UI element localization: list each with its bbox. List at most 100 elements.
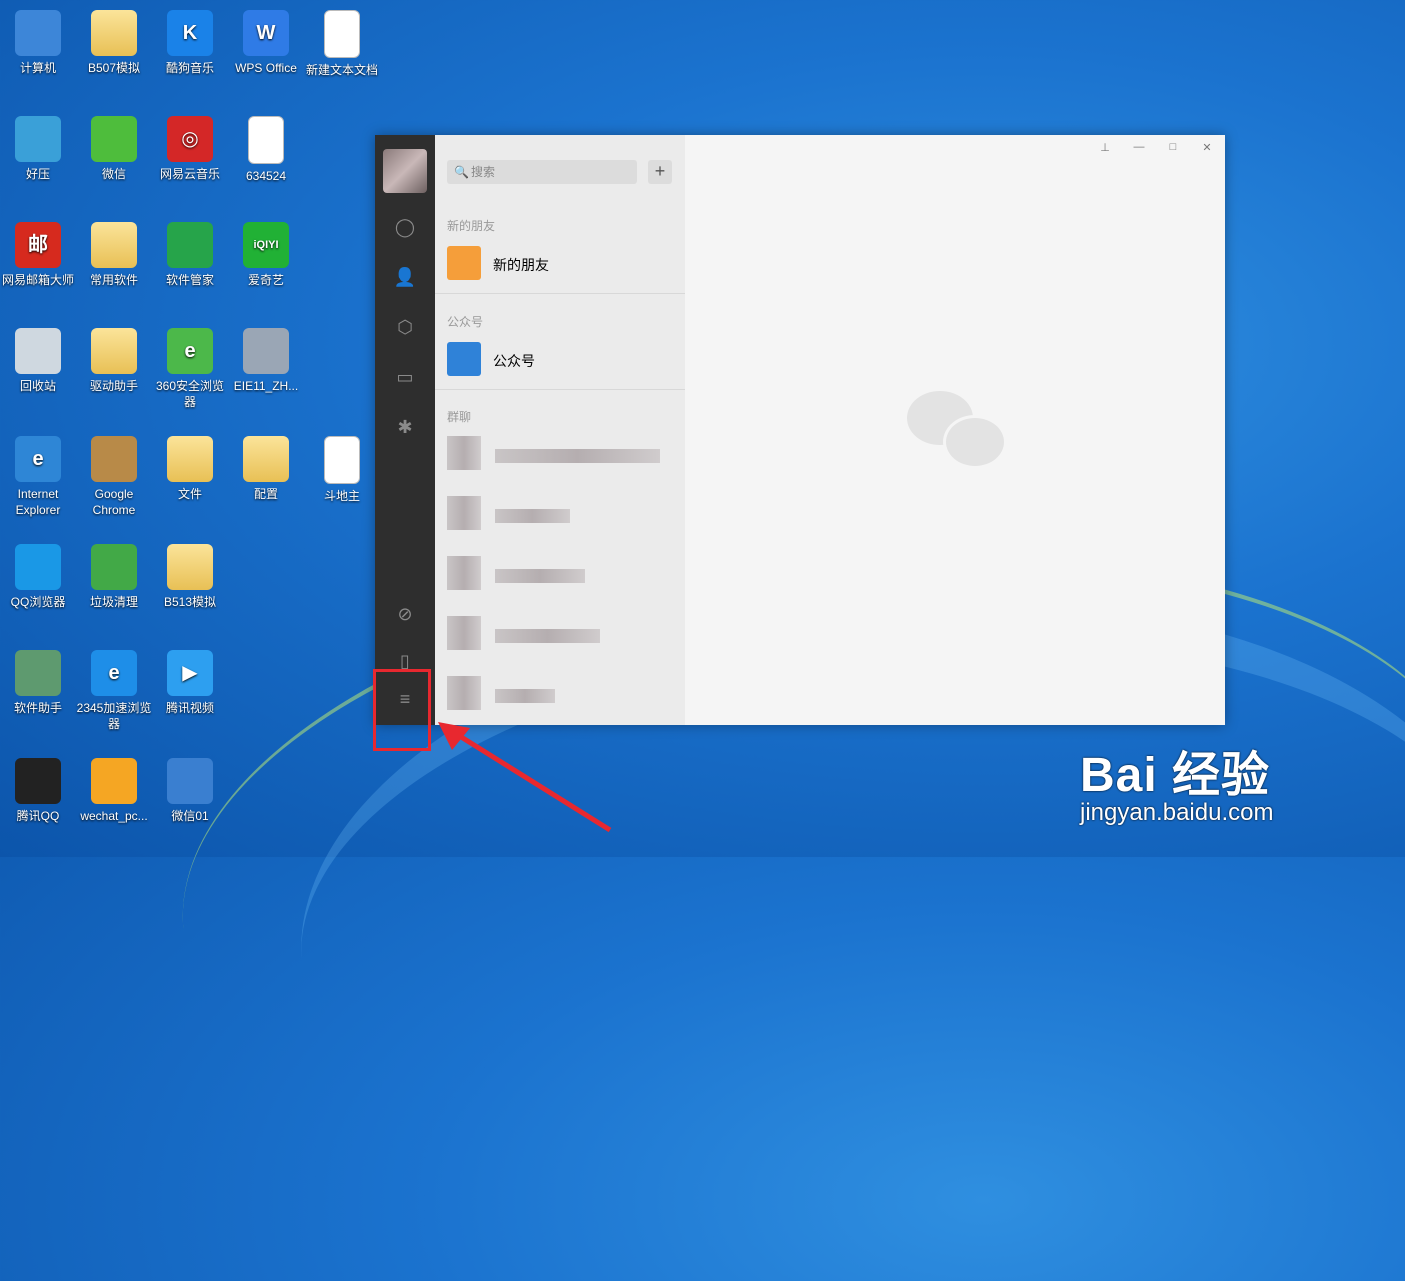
- app-icon: [91, 116, 137, 162]
- desktop-icon-label: Google Chrome: [92, 487, 136, 517]
- favorites-icon[interactable]: ⬡: [393, 315, 417, 339]
- official-account-icon: [447, 342, 481, 376]
- desktop-icon[interactable]: e 360安全浏览器: [152, 328, 228, 410]
- section-new-friends: 新的朋友: [447, 219, 496, 233]
- baidu-watermark: Bai 经验 jingyan.baidu.com: [1080, 735, 1273, 827]
- desktop-icon[interactable]: Google Chrome: [76, 436, 152, 518]
- desktop-icon-label: 微信: [101, 167, 126, 181]
- desktop-icon-label: 腾讯QQ: [16, 809, 60, 823]
- desktop-icon[interactable]: 微信01: [152, 758, 228, 824]
- mini-program-icon[interactable]: ⊘: [393, 602, 417, 626]
- group-item[interactable]: [435, 550, 685, 606]
- group-item[interactable]: [435, 430, 685, 486]
- list-item-new-friends[interactable]: 新的朋友: [435, 236, 685, 292]
- app-icon: [91, 328, 137, 374]
- desktop-icon[interactable]: 软件管家: [152, 222, 228, 288]
- main-pane: ⊥ — □ ✕: [685, 135, 1225, 725]
- group-item[interactable]: [435, 670, 685, 726]
- app-icon: [15, 10, 61, 56]
- avatar[interactable]: [383, 149, 427, 193]
- app-icon: [15, 328, 61, 374]
- group-name: [495, 629, 600, 643]
- list-item-official[interactable]: 公众号: [435, 332, 685, 388]
- pin-button[interactable]: ⊥: [1098, 141, 1112, 154]
- desktop-icon[interactable]: ◎ 网易云音乐: [152, 116, 228, 182]
- group-avatar: [447, 616, 481, 650]
- desktop-icon[interactable]: 计算机: [0, 10, 76, 76]
- search-icon: 🔍: [454, 165, 469, 179]
- moments-icon[interactable]: ✱: [393, 415, 417, 439]
- desktop-icon[interactable]: wechat_pc...: [76, 758, 152, 824]
- wechat-window: ◯ 👤 ⬡ ▭ ✱ ⊘ ▯ ≡ 🔍 搜索 + 新的朋友 新的朋友 公众号 公众号…: [375, 135, 1225, 725]
- desktop-icon[interactable]: 软件助手: [0, 650, 76, 716]
- watermark-brand: Bai 经验: [1080, 749, 1271, 802]
- desktop-icon[interactable]: 驱动助手: [76, 328, 152, 394]
- desktop-icon[interactable]: 斗地主: [304, 436, 380, 504]
- desktop-icon[interactable]: B513模拟: [152, 544, 228, 610]
- app-icon: [167, 222, 213, 268]
- desktop-icon-label: B513模拟: [163, 595, 217, 609]
- minimize-button[interactable]: —: [1132, 141, 1146, 153]
- desktop-icon-label: 360安全浏览器: [155, 379, 225, 409]
- desktop-icon-label: 计算机: [19, 61, 56, 75]
- close-button[interactable]: ✕: [1200, 141, 1214, 154]
- desktop-icon-label: 驱动助手: [89, 379, 138, 393]
- desktop-icon[interactable]: 邮网易邮箱大师: [0, 222, 76, 288]
- desktop-icon[interactable]: 文件: [152, 436, 228, 502]
- desktop-icon[interactable]: W WPS Office: [228, 10, 304, 76]
- desktop-icon-label: wechat_pc...: [80, 809, 148, 823]
- app-icon: [248, 116, 284, 164]
- app-icon: [243, 436, 289, 482]
- desktop-icon[interactable]: e 2345加速浏览器: [76, 650, 152, 732]
- desktop-icon[interactable]: 好压: [0, 116, 76, 182]
- group-item[interactable]: [435, 610, 685, 666]
- app-icon: [167, 758, 213, 804]
- desktop-icon-label: 酷狗音乐: [165, 61, 214, 75]
- app-icon: [91, 222, 137, 268]
- contacts-icon[interactable]: 👤: [393, 265, 417, 289]
- watermark-url: jingyan.baidu.com: [1080, 799, 1274, 826]
- desktop-icon-label: 腾讯视频: [165, 701, 214, 715]
- files-icon[interactable]: ▭: [393, 365, 417, 389]
- app-icon: [167, 544, 213, 590]
- contact-list: 🔍 搜索 + 新的朋友 新的朋友 公众号 公众号 群聊: [435, 135, 685, 725]
- highlight-box: [373, 669, 431, 751]
- desktop-icon[interactable]: QQ浏览器: [0, 544, 76, 610]
- desktop-icon[interactable]: e Internet Explorer: [0, 436, 76, 518]
- desktop-icon[interactable]: 配置: [228, 436, 304, 502]
- divider: [435, 293, 685, 294]
- desktop-icon[interactable]: K 酷狗音乐: [152, 10, 228, 76]
- desktop-icon[interactable]: ▶ 腾讯视频: [152, 650, 228, 716]
- group-name: [495, 689, 555, 703]
- group-name: [495, 569, 585, 583]
- app-icon: [15, 650, 61, 696]
- group-name: [495, 509, 570, 523]
- maximize-button[interactable]: □: [1166, 141, 1180, 153]
- app-icon: [324, 10, 360, 58]
- desktop-icon[interactable]: 回收站: [0, 328, 76, 394]
- desktop-icon[interactable]: EIE11_ZH...: [228, 328, 304, 394]
- desktop-icon[interactable]: 微信: [76, 116, 152, 182]
- group-name: [495, 449, 660, 463]
- app-icon: ◎: [167, 116, 213, 162]
- desktop-icon-label: 软件助手: [13, 701, 62, 715]
- desktop-icon[interactable]: 腾讯QQ: [0, 758, 76, 824]
- group-item[interactable]: [435, 490, 685, 546]
- group-avatar: [447, 496, 481, 530]
- group-avatar: [447, 556, 481, 590]
- desktop-icon[interactable]: 634524: [228, 116, 304, 184]
- add-button[interactable]: +: [648, 160, 672, 184]
- app-icon: [91, 10, 137, 56]
- desktop-icon[interactable]: iQIYI 爱奇艺: [228, 222, 304, 288]
- app-icon: [15, 116, 61, 162]
- desktop-icon[interactable]: 常用软件: [76, 222, 152, 288]
- desktop-icon[interactable]: 垃圾清理: [76, 544, 152, 610]
- desktop-icon[interactable]: B507模拟: [76, 10, 152, 76]
- search-input[interactable]: 🔍 搜索: [447, 160, 637, 184]
- wechat-sidebar: ◯ 👤 ⬡ ▭ ✱ ⊘ ▯ ≡: [375, 135, 435, 725]
- app-icon: [243, 328, 289, 374]
- app-icon: ▶: [167, 650, 213, 696]
- chat-icon[interactable]: ◯: [393, 215, 417, 239]
- desktop-icon-label: 斗地主: [323, 489, 360, 503]
- desktop-icon[interactable]: 新建文本文档: [304, 10, 380, 78]
